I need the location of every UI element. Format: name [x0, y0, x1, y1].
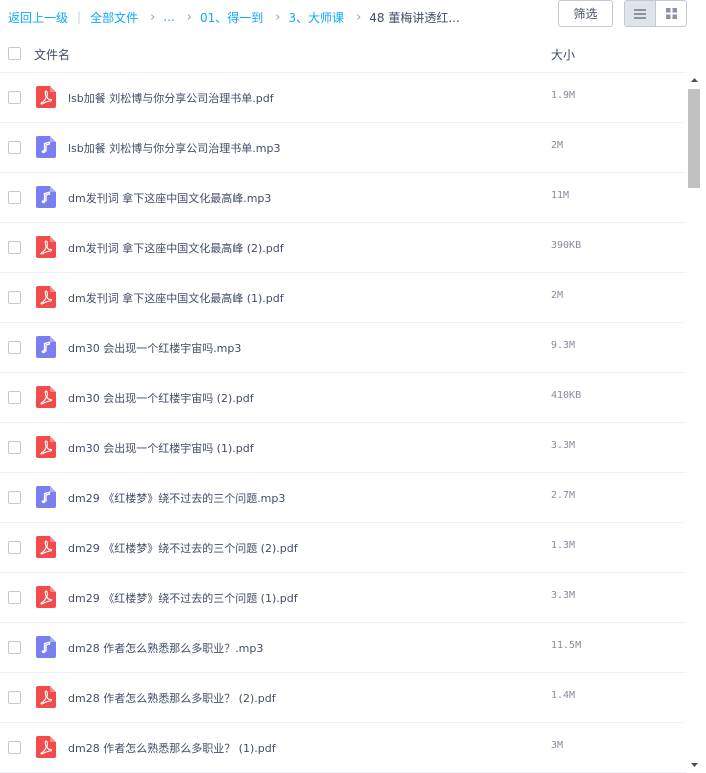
file-row[interactable]: dm29 《红楼梦》绕不过去的三个问题 (1).pdf 3.3M: [0, 573, 686, 623]
file-name[interactable]: dm28 作者怎么熟悉那么多职业？.mp3: [68, 640, 263, 656]
audio-file-icon: [36, 486, 56, 508]
file-checkbox[interactable]: [8, 641, 21, 654]
separator: |: [77, 10, 82, 24]
file-name[interactable]: lsb加餐 刘松博与你分享公司治理书单.mp3: [68, 140, 280, 156]
file-row[interactable]: dm30 会出现一个红楼宇宙吗 (1).pdf 3.3M: [0, 423, 686, 473]
list-header: 文件名 大小: [0, 35, 686, 73]
audio-file-icon: [36, 636, 56, 658]
all-files-link[interactable]: 全部文件: [90, 9, 138, 26]
file-size: 2M: [551, 140, 564, 151]
file-size: 3M: [551, 740, 564, 751]
chevron-right-icon: ›: [275, 9, 281, 25]
file-size: 9.3M: [551, 340, 576, 351]
file-size: 3.3M: [551, 440, 576, 451]
pdf-file-icon: [36, 386, 56, 408]
file-size: 11.5M: [551, 640, 582, 651]
file-row[interactable]: dm30 会出现一个红楼宇宙吗 (2).pdf 410KB: [0, 373, 686, 423]
scrollbar[interactable]: [686, 73, 703, 772]
file-checkbox[interactable]: [8, 441, 21, 454]
breadcrumb-ellipsis[interactable]: ...: [163, 10, 174, 24]
pdf-file-icon: [36, 736, 56, 758]
file-row[interactable]: lsb加餐 刘松博与你分享公司治理书单.pdf 1.9M: [0, 73, 686, 123]
file-name[interactable]: dm28 作者怎么熟悉那么多职业？ (1).pdf: [68, 740, 276, 756]
pdf-file-icon: [36, 536, 56, 558]
file-checkbox[interactable]: [8, 591, 21, 604]
breadcrumb-folder-1[interactable]: 01、得一到: [200, 9, 263, 26]
select-all-checkbox[interactable]: [8, 47, 21, 60]
file-checkbox[interactable]: [8, 141, 21, 154]
file-checkbox[interactable]: [8, 241, 21, 254]
audio-file-icon: [36, 336, 56, 358]
list-view-button[interactable]: [625, 1, 656, 26]
file-size: 1.4M: [551, 690, 576, 701]
file-name[interactable]: dm29 《红楼梦》绕不过去的三个问题.mp3: [68, 490, 285, 506]
breadcrumb-current: 48 董梅讲透红...: [369, 10, 460, 25]
chevron-right-icon: ›: [186, 9, 192, 25]
file-name[interactable]: lsb加餐 刘松博与你分享公司治理书单.pdf: [68, 90, 274, 106]
pdf-file-icon: [36, 436, 56, 458]
file-checkbox[interactable]: [8, 341, 21, 354]
grid-icon: [665, 8, 677, 19]
file-size: 3.3M: [551, 590, 576, 601]
chevron-right-icon: ›: [356, 9, 362, 25]
grid-view-button[interactable]: [656, 1, 686, 26]
scroll-up-arrow-icon[interactable]: [686, 73, 703, 87]
file-checkbox[interactable]: [8, 741, 21, 754]
file-list: lsb加餐 刘松博与你分享公司治理书单.pdf 1.9M lsb加餐 刘松博与你分…: [0, 73, 686, 773]
file-row[interactable]: dm29 《红楼梦》绕不过去的三个问题.mp3 2.7M: [0, 473, 686, 523]
file-size: 2.7M: [551, 490, 576, 501]
back-link[interactable]: 返回上一级: [8, 9, 68, 26]
file-size: 390KB: [551, 240, 582, 251]
file-name[interactable]: dm30 会出现一个红楼宇宙吗 (2).pdf: [68, 390, 254, 406]
pdf-file-icon: [36, 586, 56, 608]
file-checkbox[interactable]: [8, 291, 21, 304]
file-name[interactable]: dm28 作者怎么熟悉那么多职业？ (2).pdf: [68, 690, 276, 706]
file-row[interactable]: dm发刊词 拿下这座中国文化最高峰.mp3 11M: [0, 173, 686, 223]
toolbar: 返回上一级 | 全部文件 › ... › 01、得一到 › 3、大师课 › 48…: [0, 0, 706, 34]
file-size: 410KB: [551, 390, 582, 401]
file-checkbox[interactable]: [8, 691, 21, 704]
file-size: 11M: [551, 190, 570, 201]
file-row[interactable]: dm30 会出现一个红楼宇宙吗.mp3 9.3M: [0, 323, 686, 373]
file-size: 1.3M: [551, 540, 576, 551]
chevron-right-icon: ›: [150, 9, 156, 25]
file-row[interactable]: lsb加餐 刘松博与你分享公司治理书单.mp3 2M: [0, 123, 686, 173]
file-name[interactable]: dm29 《红楼梦》绕不过去的三个问题 (1).pdf: [68, 590, 298, 606]
file-checkbox[interactable]: [8, 191, 21, 204]
pdf-file-icon: [36, 86, 56, 108]
file-name[interactable]: dm发刊词 拿下这座中国文化最高峰 (2).pdf: [68, 240, 284, 256]
filter-button[interactable]: 筛选: [558, 0, 613, 27]
breadcrumb: 返回上一级 | 全部文件 › ... › 01、得一到 › 3、大师课 › 48…: [0, 9, 460, 26]
scroll-down-arrow-icon[interactable]: [686, 758, 703, 772]
file-row[interactable]: dm发刊词 拿下这座中国文化最高峰 (1).pdf 2M: [0, 273, 686, 323]
file-name[interactable]: dm发刊词 拿下这座中国文化最高峰.mp3: [68, 190, 271, 206]
file-row[interactable]: dm28 作者怎么熟悉那么多职业？ (1).pdf 3M: [0, 723, 686, 773]
file-name[interactable]: dm发刊词 拿下这座中国文化最高峰 (1).pdf: [68, 290, 284, 306]
file-row[interactable]: dm28 作者怎么熟悉那么多职业？ (2).pdf 1.4M: [0, 673, 686, 723]
audio-file-icon: [36, 136, 56, 158]
view-toggle: [624, 0, 687, 27]
file-checkbox[interactable]: [8, 391, 21, 404]
file-row[interactable]: dm发刊词 拿下这座中国文化最高峰 (2).pdf 390KB: [0, 223, 686, 273]
list-icon: [634, 8, 646, 19]
file-checkbox[interactable]: [8, 91, 21, 104]
column-name-header[interactable]: 文件名: [34, 46, 70, 63]
pdf-file-icon: [36, 686, 56, 708]
file-name[interactable]: dm30 会出现一个红楼宇宙吗.mp3: [68, 340, 241, 356]
pdf-file-icon: [36, 286, 56, 308]
column-size-header[interactable]: 大小: [551, 46, 575, 63]
audio-file-icon: [36, 186, 56, 208]
scroll-thumb[interactable]: [688, 89, 700, 188]
file-name[interactable]: dm30 会出现一个红楼宇宙吗 (1).pdf: [68, 440, 254, 456]
file-checkbox[interactable]: [8, 541, 21, 554]
file-checkbox[interactable]: [8, 491, 21, 504]
file-row[interactable]: dm28 作者怎么熟悉那么多职业？.mp3 11.5M: [0, 623, 686, 673]
file-row[interactable]: dm29 《红楼梦》绕不过去的三个问题 (2).pdf 1.3M: [0, 523, 686, 573]
file-size: 2M: [551, 290, 564, 301]
pdf-file-icon: [36, 236, 56, 258]
file-size: 1.9M: [551, 90, 576, 101]
breadcrumb-folder-2[interactable]: 3、大师课: [288, 9, 344, 26]
file-name[interactable]: dm29 《红楼梦》绕不过去的三个问题 (2).pdf: [68, 540, 298, 556]
